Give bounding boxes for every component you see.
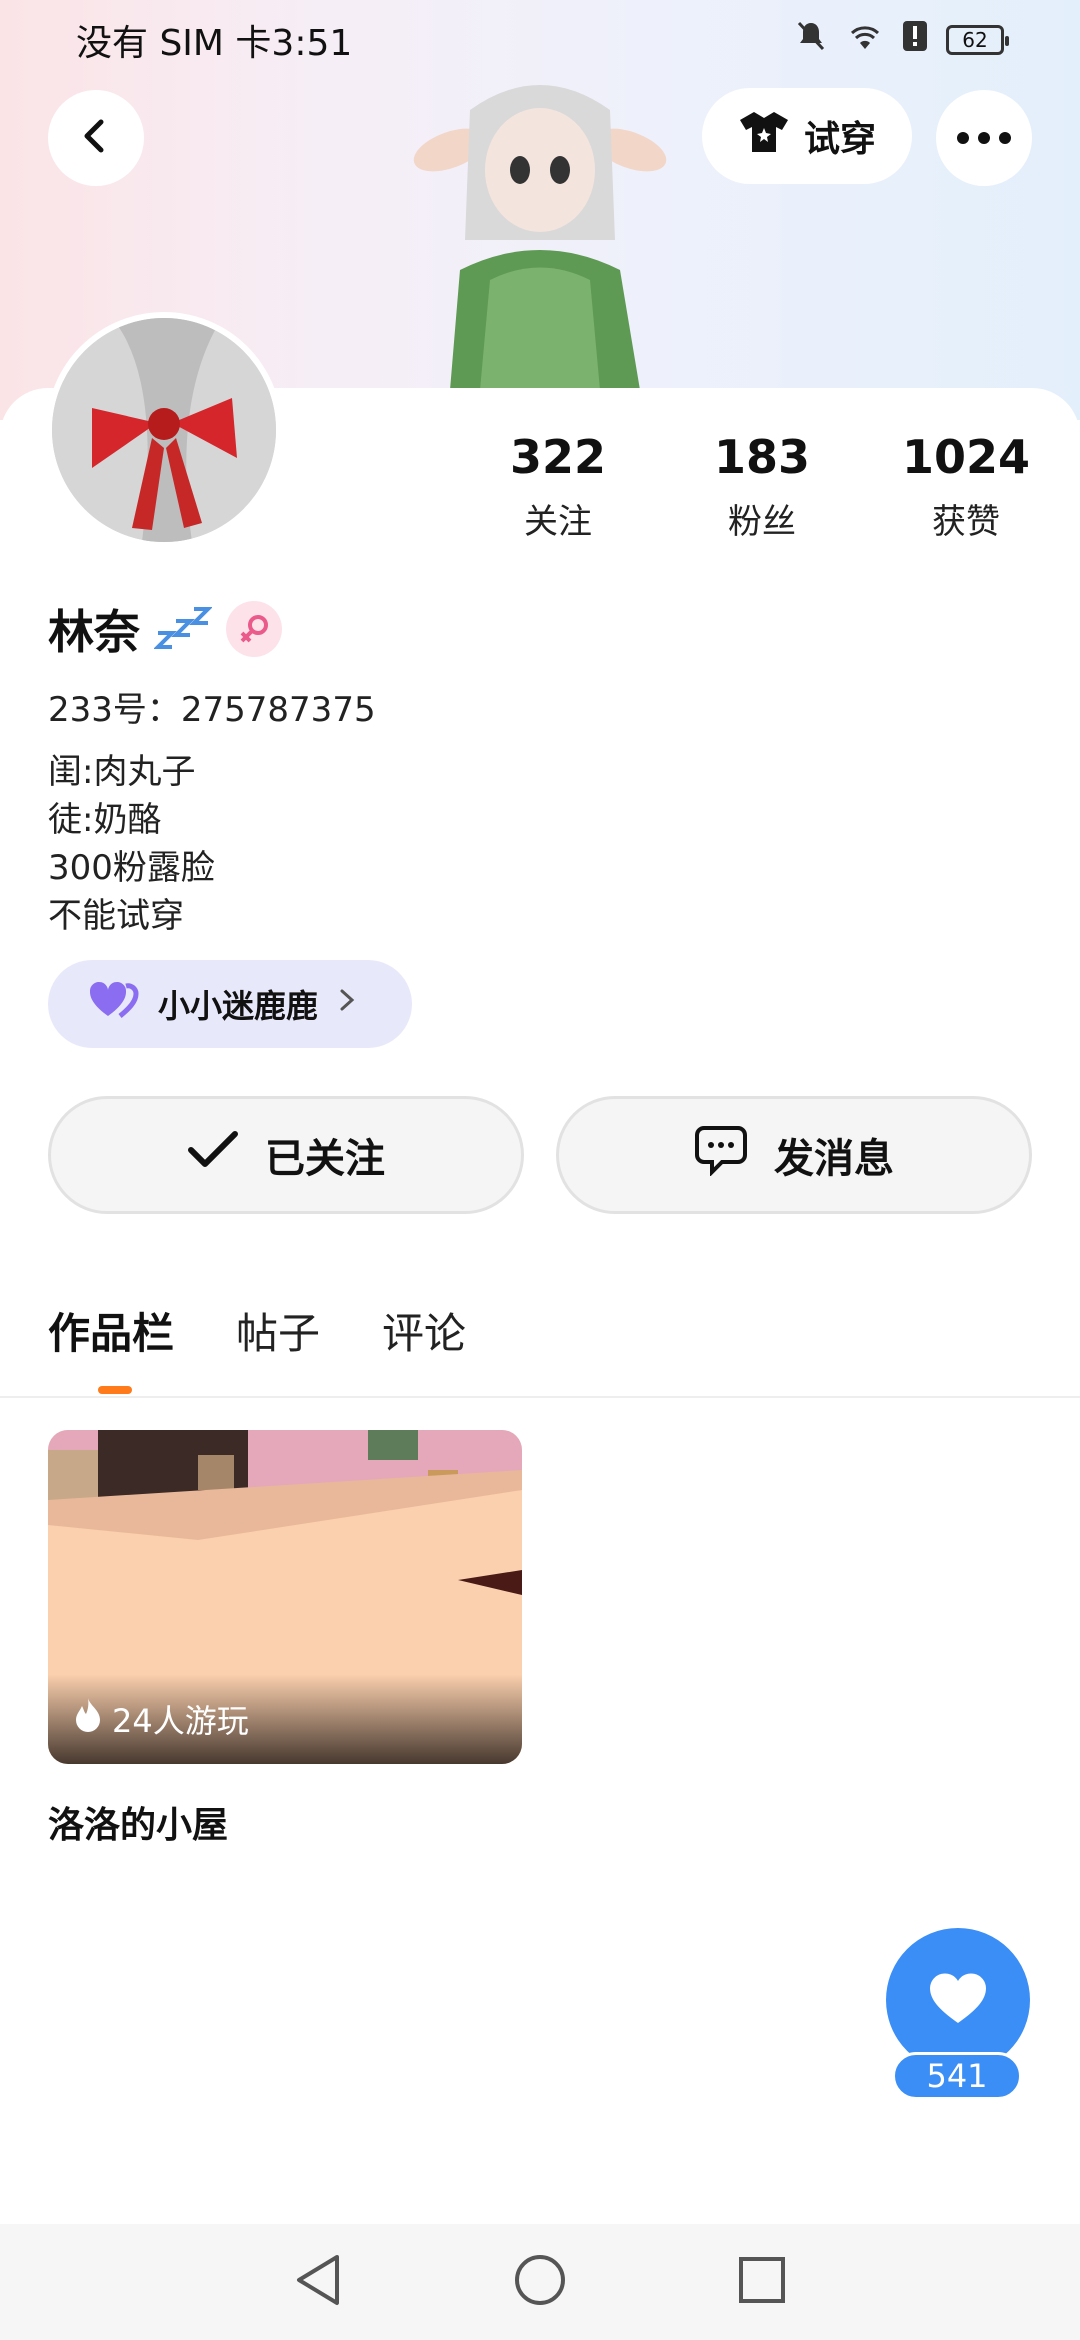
work-title[interactable]: 洛洛的小屋 [48, 1796, 228, 1848]
carrier-time: 没有 SIM 卡3:51 [76, 23, 353, 64]
more-button[interactable] [936, 90, 1032, 186]
avatar-character [410, 70, 670, 390]
nav-back-icon[interactable] [293, 2253, 343, 2311]
double-heart-icon [88, 980, 140, 1028]
stat-following-label: 关注 [524, 502, 592, 542]
shirt-icon [738, 110, 790, 163]
chat-icon [694, 1124, 748, 1186]
stat-likes[interactable]: 1024 获赞 [902, 430, 1030, 543]
tab-comments[interactable]: 评论 [382, 1300, 466, 1361]
nav-home-icon[interactable] [513, 2253, 567, 2311]
flame-icon [74, 1696, 102, 1742]
bio-line: 闺:肉丸子 [48, 752, 196, 792]
stat-likes-value: 1024 [901, 430, 1031, 484]
tryon-button[interactable]: 试穿 [702, 88, 912, 184]
user-name: 林奈 [48, 605, 140, 659]
bio-line: 300粉露脸 [48, 848, 215, 888]
back-button[interactable] [48, 90, 144, 186]
heart-icon [928, 1971, 988, 2029]
alert-icon [902, 19, 928, 62]
profile-tabs: 作品栏 帖子 评论 [48, 1300, 466, 1361]
bio-line: 徒:奶酪 [48, 800, 162, 840]
mute-icon [794, 19, 828, 62]
avatar[interactable] [46, 312, 282, 548]
nav-recents-icon[interactable] [737, 2255, 787, 2309]
work-plays: 24人游玩 [112, 1702, 249, 1740]
user-id: 233号：275787375 [48, 690, 376, 730]
wifi-icon [846, 19, 884, 62]
check-icon [187, 1130, 239, 1180]
bio: 闺:肉丸子 徒:奶酪 300粉露脸 不能试穿 [48, 748, 215, 940]
work-card[interactable]: 24人游玩 [48, 1430, 522, 1764]
follow-button[interactable]: 已关注 [48, 1096, 524, 1214]
stat-following-value: 322 [509, 430, 607, 484]
battery-icon: 62 [946, 25, 1009, 55]
chevron-right-icon [336, 985, 360, 1023]
stat-likes-label: 获赞 [932, 502, 1000, 542]
stat-fans-value: 183 [713, 430, 811, 484]
female-icon [226, 601, 282, 657]
bio-line: 不能试穿 [48, 896, 184, 936]
tab-works[interactable]: 作品栏 [48, 1300, 174, 1361]
message-label: 发消息 [774, 1136, 894, 1182]
tab-posts[interactable]: 帖子 [236, 1300, 320, 1361]
stat-fans[interactable]: 183 粉丝 [713, 430, 811, 543]
like-button[interactable] [886, 1928, 1030, 2072]
tryon-label: 试穿 [803, 119, 876, 160]
status-bar: 没有 SIM 卡3:51 62 [0, 0, 1080, 80]
sleep-zzz-icon [153, 605, 213, 653]
group-label: 小小迷鹿鹿 [158, 987, 319, 1025]
like-count: 541 [892, 2052, 1022, 2100]
tabs-divider [0, 1396, 1080, 1398]
message-button[interactable]: 发消息 [556, 1096, 1032, 1214]
more-icon [957, 129, 1011, 148]
active-tab-indicator [98, 1386, 132, 1394]
follow-label: 已关注 [265, 1136, 385, 1182]
name-row: 林奈 [48, 596, 282, 662]
work-plays-overlay: 24人游玩 [48, 1674, 522, 1764]
system-nav-bar [0, 2224, 1080, 2340]
stat-fans-label: 粉丝 [728, 502, 796, 542]
stat-following[interactable]: 322 关注 [509, 430, 607, 543]
back-icon [76, 116, 116, 160]
group-pill[interactable]: 小小迷鹿鹿 [48, 960, 412, 1048]
